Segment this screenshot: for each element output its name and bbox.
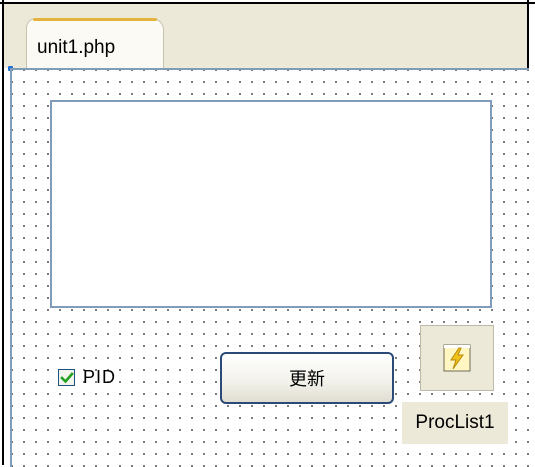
tab-strip: unit1.php (4, 4, 527, 73)
tab-unit1-php[interactable]: unit1.php (26, 18, 164, 73)
proclist-component-name: ProcList1 (402, 402, 508, 444)
memo-textarea[interactable] (50, 100, 492, 308)
pid-checkbox[interactable] (58, 368, 75, 386)
pid-checkbox-control[interactable]: PID (58, 360, 116, 394)
checkmark-icon (60, 371, 74, 383)
update-button[interactable]: 更新 (220, 352, 394, 404)
ide-window: unit1.php PID 更新 ProcList1 (0, 0, 535, 467)
tab-active-accent (33, 18, 157, 21)
proclist-component[interactable] (420, 325, 494, 391)
tab-label: unit1.php (37, 37, 116, 58)
pid-checkbox-label[interactable]: PID (83, 367, 116, 388)
lightning-bolt-icon (443, 344, 471, 372)
window-frame-left (2, 0, 4, 465)
